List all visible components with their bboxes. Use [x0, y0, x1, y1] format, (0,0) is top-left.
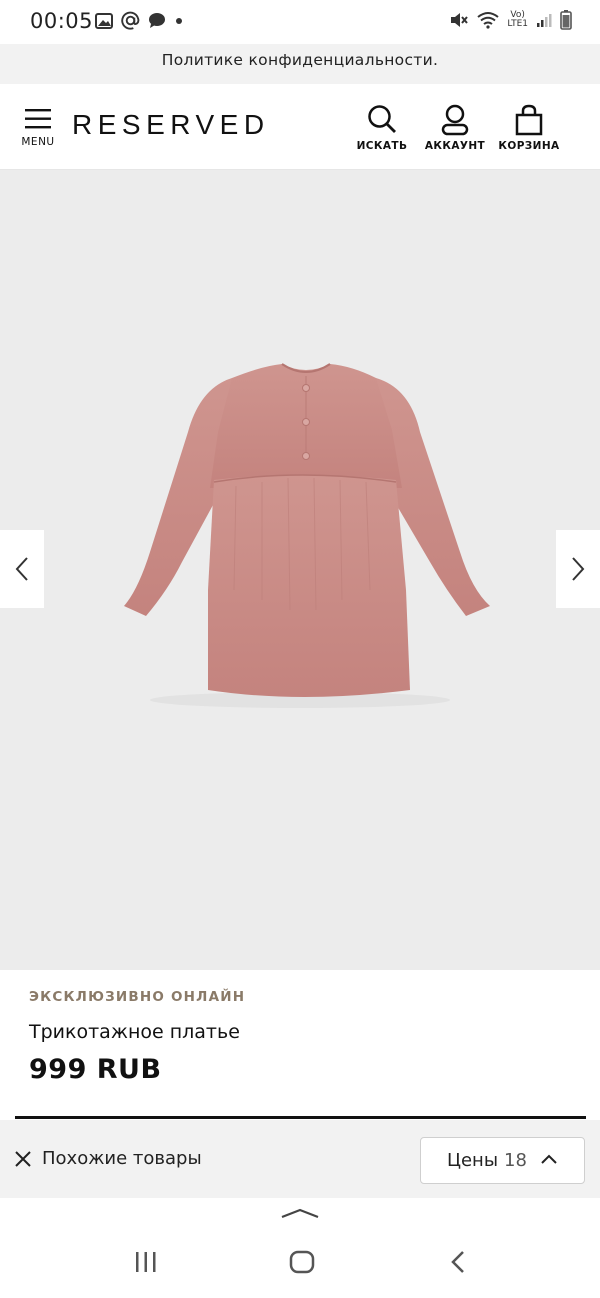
home-button[interactable]	[289, 1250, 315, 1278]
recent-apps-button[interactable]	[134, 1250, 158, 1278]
bag-icon	[515, 104, 543, 136]
prices-label: Цены	[447, 1150, 499, 1171]
prices-button[interactable]: Цены 18	[420, 1137, 585, 1184]
mute-icon	[451, 13, 469, 27]
exclusive-online-badge: ЭКСКЛЮЗИВНО ОНЛАЙН	[29, 989, 246, 1005]
cart-label: КОРЗИНА	[498, 140, 560, 152]
product-info: ЭКСКЛЮЗИВНО ОНЛАЙН Трикотажное платье 99…	[0, 970, 600, 1120]
privacy-banner: Политике конфиденциальности.	[0, 44, 600, 84]
back-icon	[451, 1251, 464, 1273]
search-icon	[368, 105, 396, 133]
notification-icons	[95, 11, 184, 30]
divider	[15, 1116, 586, 1119]
status-bar: 00:05 Vo) LTE1	[0, 0, 600, 44]
lte-indicator: Vo) LTE1	[507, 11, 528, 29]
site-header: MENU RESERVED ИСКАТЬ АККАУНТ КОРЗИНА	[0, 84, 600, 170]
wifi-icon	[477, 12, 499, 29]
gallery-next-button[interactable]	[556, 530, 600, 608]
recent-apps-icon	[136, 1252, 156, 1272]
status-time: 00:05	[30, 9, 94, 33]
hamburger-icon	[25, 109, 51, 129]
bottom-sheet-handle[interactable]	[0, 1198, 600, 1228]
product-price: 999 RUB	[29, 1054, 162, 1085]
product-image[interactable]	[0, 170, 600, 970]
account-label: АККАУНТ	[424, 140, 486, 152]
menu-label: MENU	[21, 136, 55, 148]
menu-button[interactable]: MENU	[16, 104, 60, 152]
dot-icon	[176, 17, 182, 24]
close-icon	[15, 1150, 31, 1167]
signal-icon	[537, 14, 552, 27]
chat-bubble-icon	[149, 13, 165, 28]
chevron-up-icon	[541, 1154, 557, 1164]
cart-button[interactable]: КОРЗИНА	[496, 104, 562, 160]
account-button[interactable]: АККАУНТ	[422, 104, 488, 160]
similar-products-label: Похожие товары	[42, 1148, 202, 1169]
system-icons: Vo) LTE1	[449, 10, 572, 30]
prices-count: 18	[504, 1150, 527, 1171]
similar-products-bar: Похожие товары Цены 18	[0, 1120, 600, 1198]
lte-bottom-label: LTE1	[507, 19, 528, 29]
home-icon	[289, 1250, 315, 1274]
system-nav-bar	[0, 1228, 600, 1298]
product-gallery[interactable]	[0, 170, 600, 970]
chevron-right-icon	[572, 557, 585, 581]
chevron-left-icon	[15, 557, 28, 581]
back-button[interactable]	[450, 1250, 466, 1278]
at-sign-icon	[121, 11, 140, 30]
product-title: Трикотажное платье	[29, 1021, 240, 1043]
gallery-prev-button[interactable]	[0, 530, 44, 608]
gallery-icon	[95, 12, 113, 29]
similar-products-toggle[interactable]: Похожие товары	[14, 1148, 202, 1169]
privacy-banner-text[interactable]: Политике конфиденциальности.	[162, 51, 438, 69]
search-button[interactable]: ИСКАТЬ	[352, 104, 412, 160]
search-label: ИСКАТЬ	[356, 140, 408, 152]
battery-icon	[560, 10, 572, 30]
account-icon	[441, 104, 469, 136]
chevron-up-handle-icon	[281, 1208, 319, 1219]
reserved-logo[interactable]: RESERVED	[72, 109, 270, 141]
